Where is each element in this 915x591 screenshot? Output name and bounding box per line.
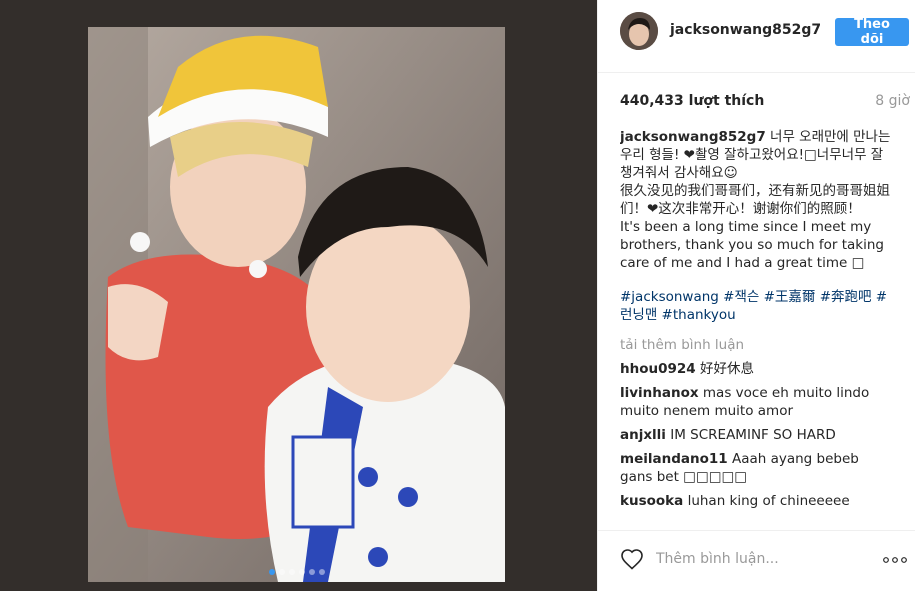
- comment: anjxlli IM SCREAMINF SO HARD: [620, 426, 892, 444]
- avatar-image: [620, 12, 658, 50]
- likes-row: 440,433 lượt thích 8 giờ: [620, 93, 910, 109]
- carousel-dot[interactable]: [308, 569, 315, 575]
- carousel-dot[interactable]: [278, 569, 285, 575]
- caption-text-english: It's been a long time since I meet my br…: [620, 219, 884, 271]
- carousel-dot[interactable]: [288, 569, 295, 575]
- follow-button[interactable]: Theo dõi: [835, 17, 909, 47]
- post-photo[interactable]: [88, 27, 505, 582]
- likes-count[interactable]: 440,433 lượt thích: [620, 93, 764, 109]
- caption-username[interactable]: jacksonwang852g7: [620, 129, 766, 145]
- comment-username[interactable]: hhou0924: [620, 361, 696, 377]
- comment-text: luhan king of chineeeee: [687, 493, 850, 509]
- comment: meilandano11 Aaah ayang bebeb gans bet □…: [620, 450, 892, 486]
- carousel-dot[interactable]: [318, 569, 325, 575]
- photo-illustration: [88, 27, 505, 582]
- heart-outline-icon[interactable]: [620, 548, 644, 570]
- comment-username[interactable]: kusooka: [620, 493, 683, 509]
- comments-list[interactable]: jacksonwang852g7 너무 오래만에 만나는 우리 형들! ❤촬영 …: [620, 128, 892, 523]
- post-time[interactable]: 8 giờ: [875, 93, 910, 109]
- comment-username[interactable]: meilandano11: [620, 451, 728, 467]
- comment-username[interactable]: anjxlli: [620, 427, 666, 443]
- comment-text: 好好休息: [699, 361, 754, 377]
- comment: kusooka luhan king of chineeeee: [620, 492, 892, 510]
- post-header: jacksonwang852g7 Theo dõi: [598, 0, 915, 73]
- comment: hhou0924 好好休息: [620, 360, 892, 378]
- carousel-dot[interactable]: [268, 569, 275, 575]
- media-panel: [0, 0, 597, 591]
- avatar[interactable]: [620, 12, 658, 50]
- carousel-dot[interactable]: [298, 569, 305, 575]
- carousel-indicator: [88, 569, 505, 575]
- comment: livinhanox mas voce eh muito lindo muito…: [620, 384, 892, 420]
- comment-username[interactable]: livinhanox: [620, 385, 699, 401]
- comment-footer: [598, 530, 915, 591]
- caption-hashtags[interactable]: #jacksonwang #잭슨 #王嘉爾 #奔跑吧 #런닝맨 #thankyo…: [620, 288, 892, 324]
- comment-text: IM SCREAMINF SO HARD: [670, 427, 836, 443]
- post-username[interactable]: jacksonwang852g7: [670, 22, 821, 38]
- post-details-panel: jacksonwang852g7 Theo dõi 440,433 lượt t…: [597, 0, 915, 591]
- caption-text-chinese: 很久没见的我们哥哥们，还有新见的哥哥姐姐们！❤这次非常开心！谢谢你们的照顾！: [620, 183, 890, 217]
- more-options-icon[interactable]: [883, 557, 907, 563]
- add-comment-input[interactable]: [656, 548, 846, 570]
- load-more-comments[interactable]: tải thêm bình luận: [620, 336, 892, 354]
- caption: jacksonwang852g7 너무 오래만에 만나는 우리 형들! ❤촬영 …: [620, 128, 892, 272]
